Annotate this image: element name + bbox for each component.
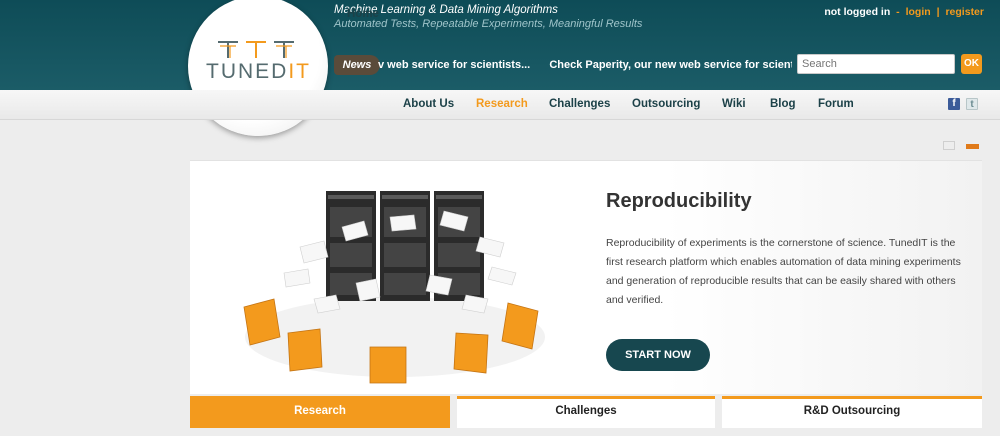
ticker-item[interactable]: Check Paperity, our new web service for … bbox=[549, 59, 792, 71]
tab-challenges[interactable]: Challenges bbox=[457, 396, 715, 428]
nav-challenges[interactable]: Challenges bbox=[549, 98, 610, 110]
ticker-item[interactable]: v web service for scientists... bbox=[378, 59, 530, 71]
nav-home[interactable]: Home bbox=[347, 8, 379, 20]
list-view-icon[interactable] bbox=[966, 144, 979, 149]
facebook-icon[interactable]: f bbox=[948, 98, 960, 110]
hero-title: Reproducibility bbox=[606, 190, 752, 212]
tab-research[interactable]: Research bbox=[190, 396, 450, 428]
logo-text-accent: IT bbox=[288, 60, 312, 83]
logo-text-main: TUNED bbox=[206, 60, 289, 83]
twitter-icon[interactable]: t bbox=[966, 98, 978, 110]
logo-wordmark: TUNEDIT bbox=[206, 60, 310, 84]
tab-rd-outsourcing[interactable]: R&D Outsourcing bbox=[722, 396, 982, 428]
login-status: not logged in - login | register bbox=[824, 6, 984, 18]
nav-about-us[interactable]: About Us bbox=[403, 98, 454, 110]
news-badge: News bbox=[334, 55, 380, 75]
search-ok-button[interactable]: OK bbox=[961, 54, 982, 74]
login-separator-2: | bbox=[936, 6, 940, 18]
login-separator: - bbox=[896, 6, 900, 18]
hero-description: Reproducibility of experiments is the co… bbox=[606, 237, 961, 306]
news-ticker[interactable]: v web service for scientists... Check Pa… bbox=[378, 56, 792, 74]
login-status-text: not logged in bbox=[824, 6, 891, 18]
logo-mark-icon bbox=[218, 41, 294, 58]
nav-forum[interactable]: Forum bbox=[818, 98, 854, 110]
header-band: Machine Learning & Data Mining Algorithm… bbox=[0, 0, 1000, 90]
nav-blog[interactable]: Blog bbox=[770, 98, 796, 110]
nav-outsourcing[interactable]: Outsourcing bbox=[632, 98, 700, 110]
register-link[interactable]: register bbox=[945, 6, 984, 18]
start-now-button[interactable]: START NOW bbox=[606, 339, 710, 371]
grid-view-icon[interactable] bbox=[943, 141, 955, 150]
nav-wiki[interactable]: Wiki bbox=[722, 98, 746, 110]
site-subline: Automated Tests, Repeatable Experiments,… bbox=[334, 18, 643, 30]
search-input[interactable] bbox=[797, 54, 955, 74]
servers-folders-illustration bbox=[243, 191, 545, 384]
nav-research[interactable]: Research bbox=[476, 98, 528, 110]
login-link[interactable]: login bbox=[906, 6, 931, 18]
